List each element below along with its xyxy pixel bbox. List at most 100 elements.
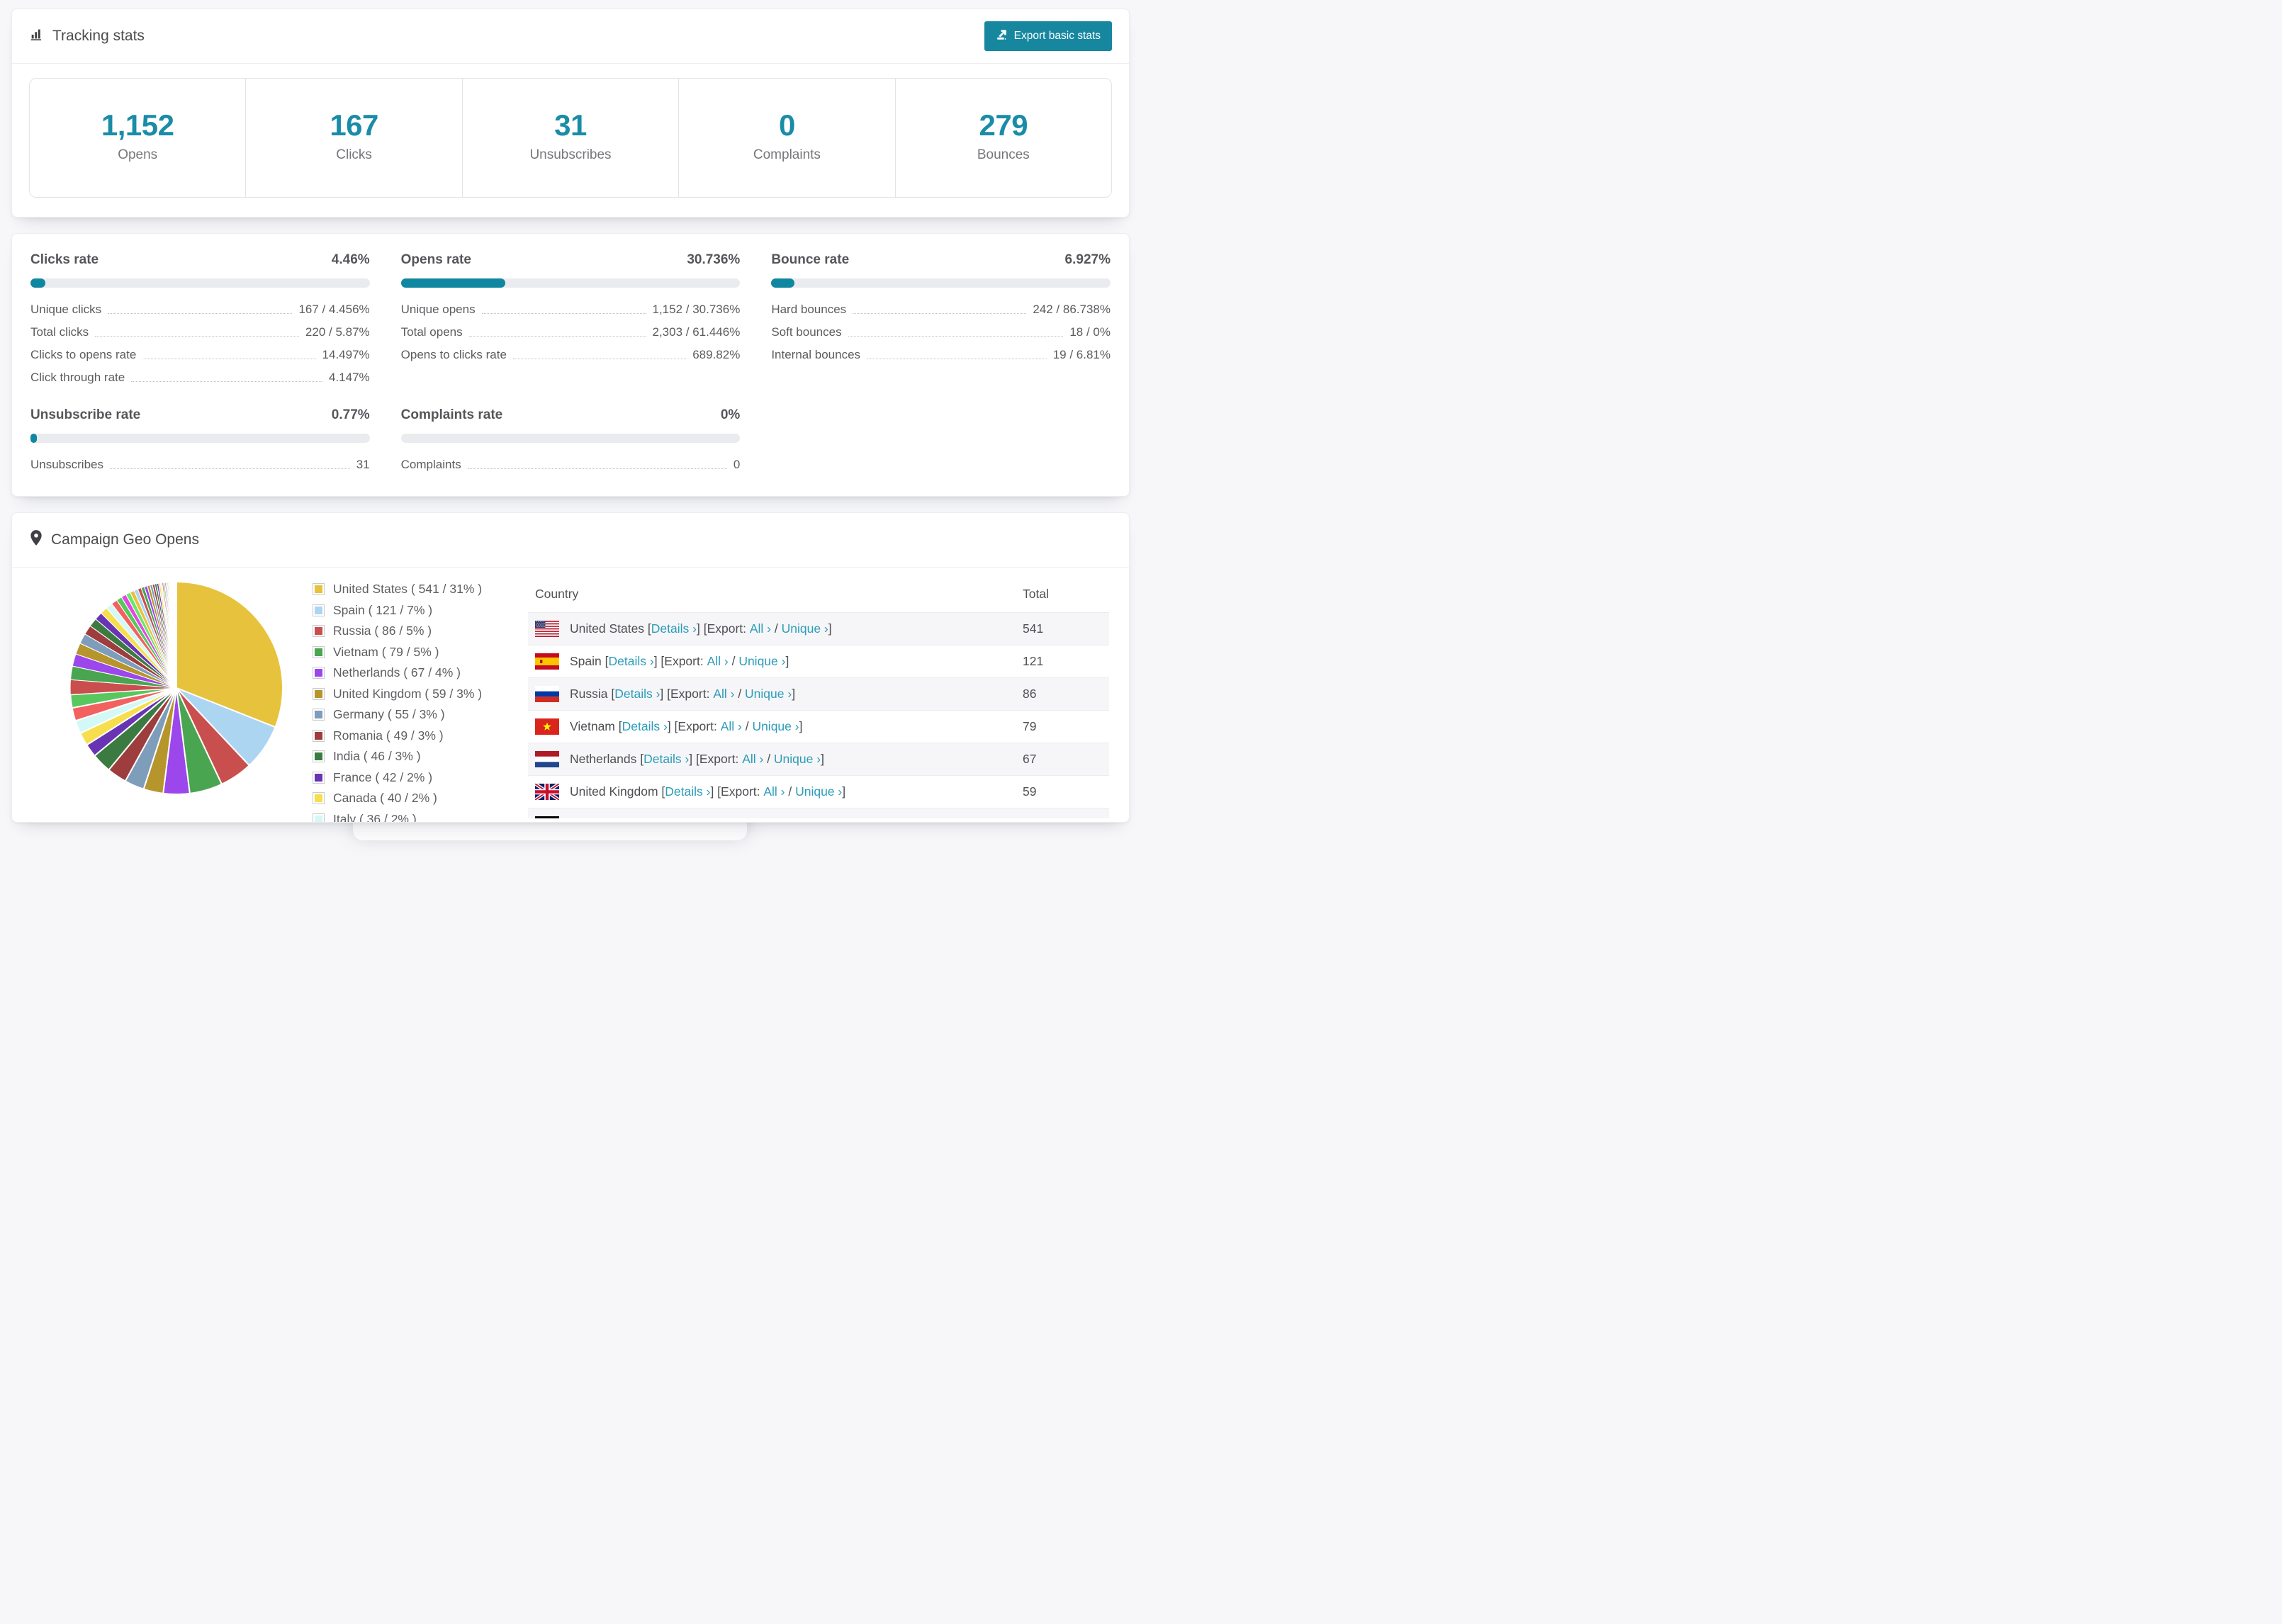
legend-swatch xyxy=(313,792,325,804)
export-all-link[interactable]: All › xyxy=(763,784,785,799)
export-basic-stats-button[interactable]: Export basic stats xyxy=(984,21,1112,51)
legend-label: Russia ( 86 / 5% ) xyxy=(333,624,432,638)
details-link[interactable]: Details › xyxy=(614,687,660,701)
export-unique-link[interactable]: Unique › xyxy=(752,719,799,734)
legend-label: Romania ( 49 / 3% ) xyxy=(333,728,444,743)
export-unique-link[interactable]: Unique › xyxy=(745,687,792,701)
rate-detail-row: Soft bounces 18 / 0% xyxy=(771,325,1111,339)
country-total: 59 xyxy=(1016,775,1109,808)
country-name: Germany xyxy=(570,817,624,818)
details-link[interactable]: Details › xyxy=(643,752,689,767)
bracket: ] [Export: xyxy=(653,654,707,668)
stat-label: Bounces xyxy=(977,147,1030,162)
legend-label: United Kingdom ( 59 / 3% ) xyxy=(333,686,483,701)
geo-title-wrap: Campaign Geo Opens xyxy=(29,529,199,551)
rate-title: Clicks rate xyxy=(30,252,99,267)
rate-head: Unsubscribe rate 0.77% xyxy=(30,407,370,423)
legend-swatch xyxy=(313,625,325,637)
export-unique-link[interactable]: Unique › xyxy=(758,817,805,818)
country-name: United States xyxy=(570,621,648,636)
export-all-link[interactable]: All › xyxy=(742,752,763,767)
export-unique-link[interactable]: Unique › xyxy=(738,654,785,669)
country-cell: Germany [Details ›] [Export: All › / Uni… xyxy=(535,816,1008,818)
legend-item: Italy ( 36 / 2% ) xyxy=(313,811,495,823)
rate-title: Unsubscribe rate xyxy=(30,407,141,422)
tracking-stats-card: Tracking stats Export basic stats 1,152 … xyxy=(11,9,1130,218)
bracket: ] [Export: xyxy=(660,687,714,701)
rate-progress-track xyxy=(400,434,741,443)
rate-block-clicks-rate: Clicks rate 4.46% Unique clicks 167 / 4.… xyxy=(30,252,370,385)
dotted-leader xyxy=(853,313,1027,314)
geo-content: United States ( 541 / 31% ) Spain ( 121 … xyxy=(12,568,1129,823)
country-cell: United Kingdom [Details ›] [Export: All … xyxy=(535,784,1008,800)
bar-chart-icon xyxy=(29,26,45,46)
rate-title: Bounce rate xyxy=(771,252,850,267)
country-flag-ru xyxy=(535,686,559,702)
summary-stat-bounces: 279 Bounces xyxy=(896,79,1111,197)
bracket: ] xyxy=(785,654,789,668)
export-all-link[interactable]: All › xyxy=(707,654,729,669)
bracket: ] xyxy=(821,752,824,766)
geo-table-header-total: Total xyxy=(1016,576,1109,613)
legend-swatch xyxy=(313,604,325,616)
country-name: Netherlands xyxy=(570,752,641,766)
summary-stat-opens: 1,152 Opens xyxy=(30,79,247,197)
dotted-leader xyxy=(481,313,646,314)
dotted-leader xyxy=(110,468,350,469)
details-link[interactable]: Details › xyxy=(628,817,673,818)
legend-swatch xyxy=(313,645,325,658)
rate-detail-label: Soft bounces xyxy=(771,325,842,339)
rate-progress-track xyxy=(400,278,741,288)
geo-table-row: Germany [Details ›] [Export: All › / Uni… xyxy=(528,808,1109,818)
page-title: Tracking stats xyxy=(52,28,145,44)
legend-label: Italy ( 36 / 2% ) xyxy=(333,811,417,823)
details-link[interactable]: Details › xyxy=(651,621,697,636)
rate-detail-label: Hard bounces xyxy=(771,303,847,316)
rate-detail-value: 1,152 / 30.736% xyxy=(652,303,741,316)
export-all-link[interactable]: All › xyxy=(750,621,771,636)
details-link[interactable]: Details › xyxy=(609,654,654,669)
rate-block-bounce-rate: Bounce rate 6.927% Hard bounces 242 / 86… xyxy=(771,252,1111,385)
bracket: / xyxy=(771,621,782,636)
stat-value: 279 xyxy=(979,108,1028,142)
export-all-link[interactable]: All › xyxy=(726,817,748,818)
country-flag-vn xyxy=(535,718,559,735)
rate-progress-fill xyxy=(771,278,795,288)
rate-detail-value: 14.497% xyxy=(322,348,370,361)
bracket: / xyxy=(728,654,739,668)
country-total: 79 xyxy=(1016,710,1109,743)
export-unique-link[interactable]: Unique › xyxy=(795,784,842,799)
export-unique-link[interactable]: Unique › xyxy=(774,752,821,767)
details-link[interactable]: Details › xyxy=(665,784,710,799)
dotted-leader xyxy=(848,336,1064,337)
geo-table-row: Russia [Details ›] [Export: All › / Uniq… xyxy=(528,677,1109,711)
rate-detail-label: Unique opens xyxy=(400,303,476,316)
bracket: / xyxy=(741,719,753,733)
rate-progress-track xyxy=(771,278,1111,288)
rate-detail-row: Total clicks 220 / 5.87% xyxy=(30,325,370,339)
rate-detail-row: Hard bounces 242 / 86.738% xyxy=(771,303,1111,317)
rate-block-opens-rate: Opens rate 30.736% Unique opens 1,152 / … xyxy=(400,252,741,385)
rate-title: Opens rate xyxy=(400,252,471,267)
rate-detail-value: 31 xyxy=(356,458,370,471)
legend-label: Vietnam ( 79 / 5% ) xyxy=(333,644,439,659)
legend-swatch xyxy=(313,813,325,822)
export-icon xyxy=(996,28,1008,44)
rate-detail-label: Total clicks xyxy=(30,325,89,339)
export-all-link[interactable]: All › xyxy=(713,687,734,701)
geo-section-title: Campaign Geo Opens xyxy=(51,531,199,548)
map-pin-icon xyxy=(29,529,43,551)
export-all-link[interactable]: All › xyxy=(721,719,742,734)
rate-progress-fill xyxy=(30,434,37,443)
rate-value: 6.927% xyxy=(1064,252,1111,267)
country-flag-gb xyxy=(535,784,559,800)
stat-value: 1,152 xyxy=(101,108,174,142)
geo-table-wrap: Country Total United States [Details ›] … xyxy=(528,576,1109,818)
legend-item: Canada ( 40 / 2% ) xyxy=(313,791,495,806)
geo-pie-legend: United States ( 541 / 31% ) Spain ( 121 … xyxy=(313,582,495,823)
details-link[interactable]: Details › xyxy=(622,719,668,734)
rate-detail-label: Unique clicks xyxy=(30,303,102,316)
export-unique-link[interactable]: Unique › xyxy=(782,621,828,636)
rate-detail-value: 689.82% xyxy=(692,348,741,361)
stat-value: 167 xyxy=(330,108,378,142)
